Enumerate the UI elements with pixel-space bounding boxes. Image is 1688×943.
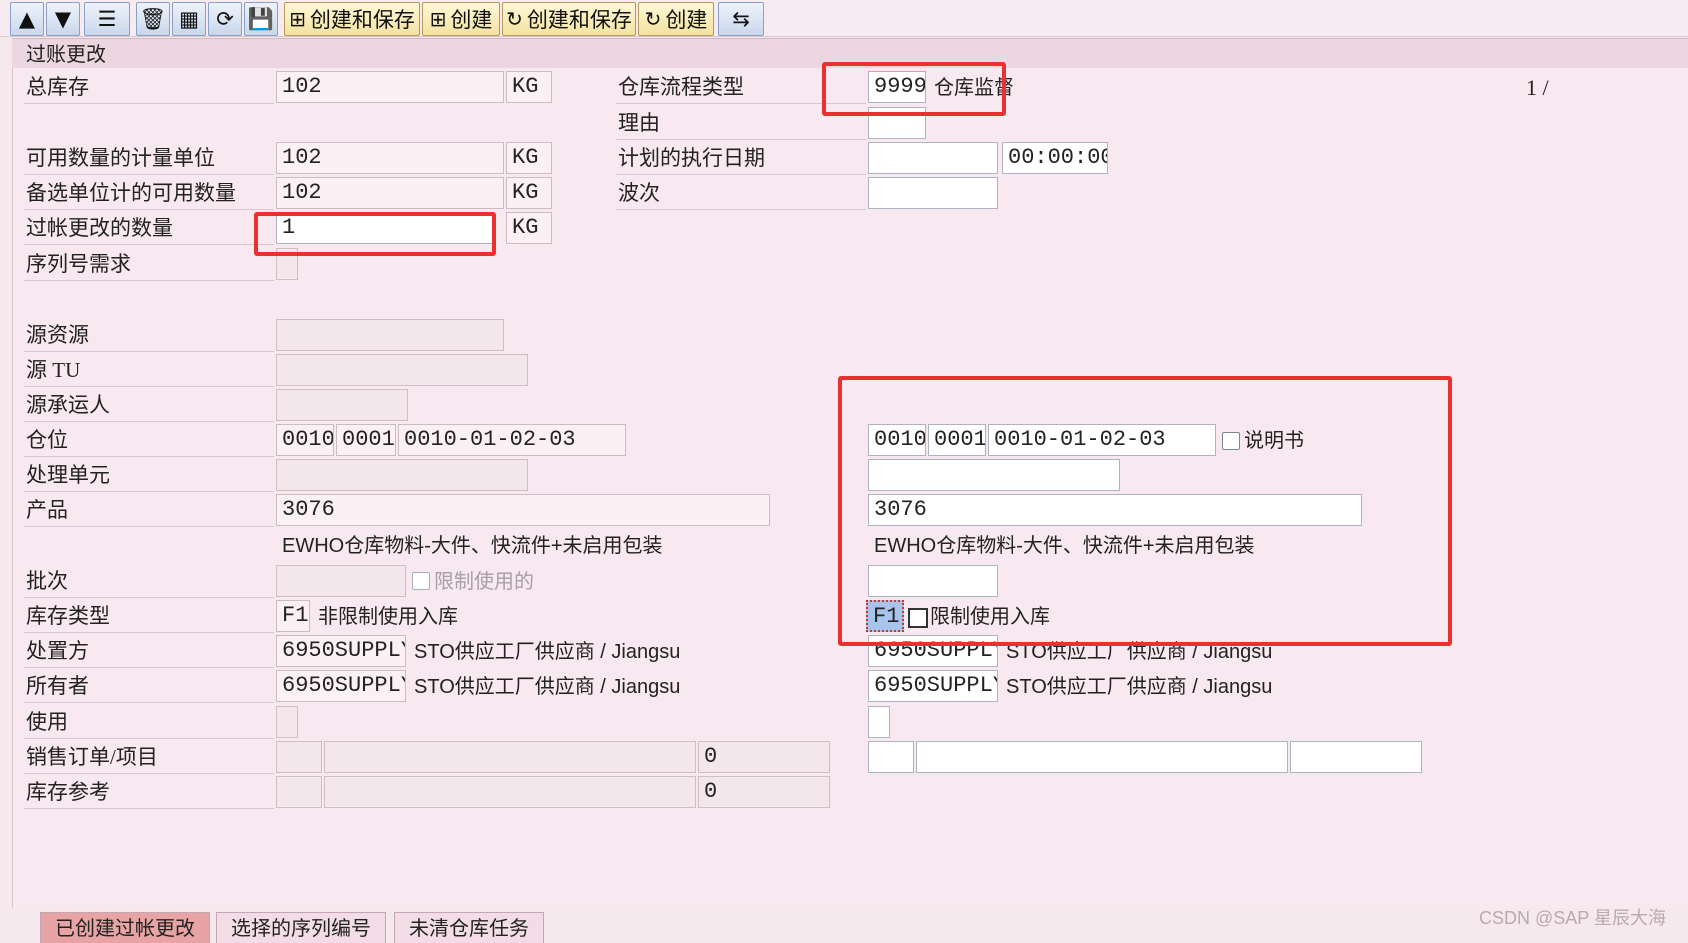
dest-owner-input[interactable]: 6950SUPPLY — [868, 670, 998, 702]
restricted-checkbox — [412, 572, 430, 590]
disposal-description: STO供应工厂供应商 / Jiangsu — [414, 641, 681, 663]
save-icon[interactable]: 💾 — [244, 2, 278, 36]
owner-description: STO供应工厂供应商 / Jiangsu — [414, 676, 681, 698]
create-button[interactable]: ⊞ 创建 — [422, 2, 500, 36]
usage-field — [276, 706, 298, 738]
storage-bin-warehouse: 0010 — [276, 424, 334, 456]
label-handling-unit: 处理单元 — [24, 458, 274, 492]
src-tu-field — [276, 354, 528, 386]
tab-serial-numbers[interactable]: 选择的序列编号 — [216, 912, 386, 943]
stock-ref-field — [324, 776, 696, 808]
sales-order-field — [324, 741, 696, 773]
storage-bin-id: 0010-01-02-03 — [398, 424, 626, 456]
create-icon: ⊞ — [429, 7, 447, 31]
stock-ref-prefix — [276, 776, 322, 808]
label-wave: 波次 — [616, 176, 866, 210]
scroll-up-icon[interactable]: ▲ — [10, 2, 44, 36]
disposal-field: 6950SUPPLY — [276, 635, 406, 667]
src-resource-field — [276, 319, 504, 351]
dest-owner-description: STO供应工厂供应商 / Jiangsu — [1006, 676, 1273, 698]
scroll-down-icon[interactable]: ▼ — [46, 2, 80, 36]
avail-qty-alt-unit: KG — [506, 177, 552, 209]
table-icon[interactable]: ▦ — [172, 2, 206, 36]
stock-type-field: F1 — [276, 600, 310, 632]
label-src-carrier: 源承运人 — [24, 388, 274, 422]
arrow-create-icon: ↻ — [644, 7, 662, 31]
watermark: CSDN @SAP 星辰大海 — [1479, 908, 1666, 928]
total-stock-unit: KG — [506, 71, 552, 103]
src-carrier-field — [276, 389, 408, 421]
page-indicator: 1 / — [1526, 75, 1549, 100]
label-usage: 使用 — [24, 705, 274, 739]
stock-ref-item: 0 — [698, 776, 830, 808]
product-description: EWHO仓库物料-大件、快流件+未启用包装 — [282, 535, 663, 557]
dest-sales-order-item[interactable] — [1290, 741, 1422, 773]
batch-field — [276, 565, 406, 597]
label-product: 产品 — [24, 493, 274, 527]
sales-order-item: 0 — [698, 741, 830, 773]
tab-open-tasks[interactable]: 未清仓库任务 — [394, 912, 544, 943]
dest-usage-input[interactable] — [868, 706, 890, 738]
owner-field: 6950SUPPLY — [276, 670, 406, 702]
label-sales-order: 销售订单/项目 — [24, 740, 274, 774]
label-batch: 批次 — [24, 564, 274, 598]
avail-qty-alt-field: 102 — [276, 177, 504, 209]
label-stock-type: 库存类型 — [24, 599, 274, 633]
planned-date-input[interactable] — [868, 142, 998, 174]
refresh-icon[interactable]: ⟳ — [208, 2, 242, 36]
sales-order-prefix — [276, 741, 322, 773]
storage-bin-type: 0001 — [336, 424, 396, 456]
toolbar: ▲ ▼ ☰ 🗑 ▦ ⟳ 💾 ⊞ 创建和保存 ⊞ 创建 ↻ 创建和保存 ↻ 创建 ⇆ — [0, 0, 1688, 37]
transfer-icon[interactable]: ⇆ — [718, 2, 764, 36]
handling-unit-field — [276, 459, 528, 491]
restricted-label: 限制使用的 — [434, 571, 534, 593]
dest-sales-order-input[interactable] — [916, 741, 1288, 773]
label-src-tu: 源 TU — [24, 353, 274, 387]
label-storage-bin: 仓位 — [24, 423, 274, 457]
arrow-create-icon: ↻ — [506, 7, 523, 31]
highlight-destination — [838, 376, 1452, 646]
label-stock-ref: 库存参考 — [24, 775, 274, 809]
label-avail-qty-uom: 可用数量的计量单位 — [24, 141, 274, 175]
label-posting-change-qty: 过帐更改的数量 — [24, 211, 274, 245]
dest-sales-order-prefix[interactable] — [868, 741, 914, 773]
product-field: 3076 — [276, 494, 770, 526]
label-avail-qty-alt: 备选单位计的可用数量 — [24, 176, 274, 210]
tab-posting-changes[interactable]: 已创建过帐更改 — [40, 912, 210, 943]
create-alt-button[interactable]: ↻ 创建 — [638, 2, 714, 36]
details-icon[interactable]: ☰ — [84, 2, 130, 36]
label-disposal: 处置方 — [24, 634, 274, 668]
stock-type-description: 非限制使用入库 — [318, 606, 458, 628]
highlight-process-type — [822, 62, 1006, 116]
avail-qty-uom-field: 102 — [276, 142, 504, 174]
label-owner: 所有者 — [24, 669, 274, 703]
posting-change-qty-unit: KG — [506, 212, 552, 244]
avail-qty-uom-unit: KG — [506, 142, 552, 174]
wave-input[interactable] — [868, 177, 998, 209]
label-planned-date: 计划的执行日期 — [616, 141, 866, 175]
create-and-save-alt-button[interactable]: ↻ 创建和保存 — [502, 2, 636, 36]
delete-icon[interactable]: 🗑 — [136, 2, 170, 36]
label-src-resource: 源资源 — [24, 318, 274, 352]
highlight-posting-qty — [254, 212, 496, 256]
label-serial-req: 序列号需求 — [24, 247, 274, 281]
create-and-save-button[interactable]: ⊞ 创建和保存 — [284, 2, 420, 36]
label-total-stock: 总库存 — [24, 70, 274, 104]
planned-time-input[interactable]: 00:00:00 — [1002, 142, 1108, 174]
create-icon: ⊞ — [289, 7, 306, 31]
total-stock-field: 102 — [276, 71, 504, 103]
